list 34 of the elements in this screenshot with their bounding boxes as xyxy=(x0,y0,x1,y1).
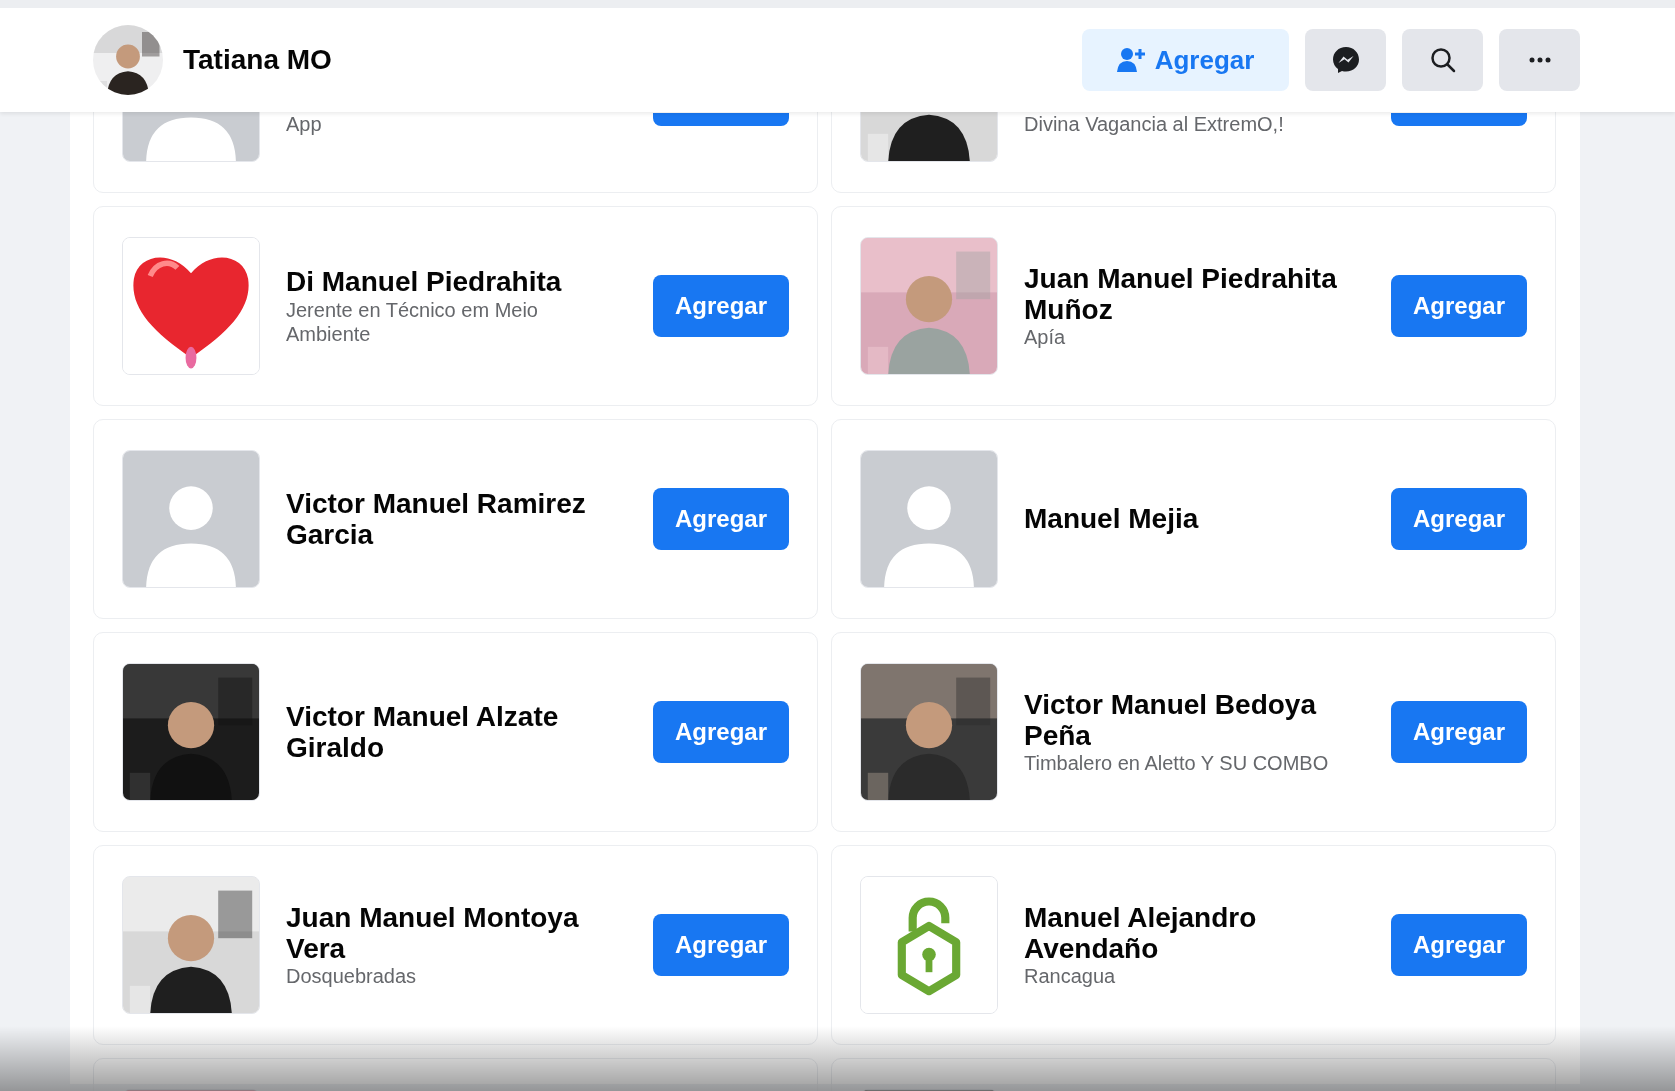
person-name: Victor Manuel Bedoya Peña xyxy=(1024,688,1318,752)
person-name: Juan Manuel Montoya Vera xyxy=(286,901,580,965)
person-detail: Jerente en Técnico em Meio Ambiente xyxy=(286,297,539,346)
person-detail: Rancagua xyxy=(1024,964,1117,989)
person-plus-icon xyxy=(1116,47,1145,73)
add-button[interactable] xyxy=(653,113,789,126)
add-button[interactable]: Agregar xyxy=(653,488,789,550)
person-detail: Timbalero en Aletto Y SU COMBO xyxy=(1024,751,1330,776)
person-name: Manuel Mejia xyxy=(1024,503,1200,535)
profile-name: Tatiana MO xyxy=(183,43,332,77)
more-icon xyxy=(1528,57,1551,63)
person-name: Juan Manuel Piedrahita Muñoz xyxy=(1024,262,1338,326)
person-detail: App xyxy=(286,112,323,136)
person-name: Victor Manuel Ramirez Garcia xyxy=(286,487,587,551)
person-detail: Dosquebradas xyxy=(286,964,418,989)
person-detail: Divina Vagancia al ExtremO,! xyxy=(1024,112,1285,136)
person-name: Manuel Alejandro Avendaño xyxy=(1024,901,1258,965)
search-icon xyxy=(1429,47,1456,73)
add-button[interactable]: Agregar xyxy=(653,701,789,763)
messenger-button[interactable] xyxy=(1305,29,1386,91)
messenger-icon xyxy=(1331,46,1360,74)
add-button[interactable]: Agregar xyxy=(1391,914,1527,976)
person-name: Di Manuel Piedrahita xyxy=(286,266,563,298)
person-name: Victor Manuel Alzate Giraldo xyxy=(286,700,560,764)
add-button[interactable]: Agregar xyxy=(1391,488,1527,550)
add-button[interactable]: Agregar xyxy=(1391,701,1527,763)
person-detail: Apía xyxy=(1024,325,1067,350)
add-button[interactable]: Agregar xyxy=(653,914,789,976)
add-button[interactable]: Agregar xyxy=(653,275,789,337)
more-button[interactable] xyxy=(1499,29,1580,91)
add-friend-button[interactable]: Agregar xyxy=(1082,29,1289,91)
search-button[interactable] xyxy=(1402,29,1483,91)
add-button[interactable] xyxy=(1391,113,1527,126)
add-button[interactable]: Agregar xyxy=(1391,275,1527,337)
